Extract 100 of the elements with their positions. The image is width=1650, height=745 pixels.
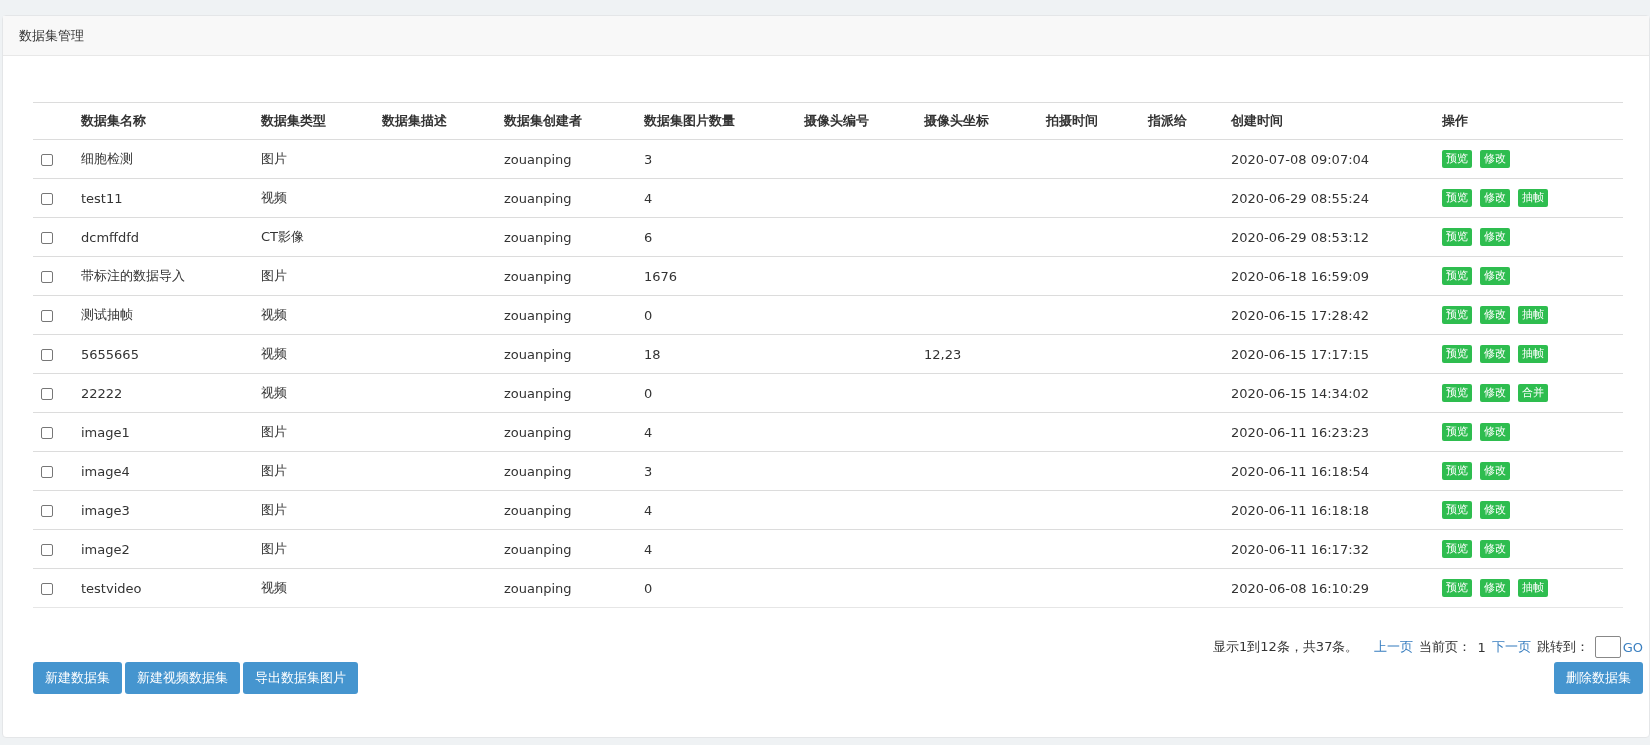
row-checkbox[interactable] <box>41 583 53 595</box>
column-header: 数据集名称 <box>73 102 253 140</box>
action-button[interactable]: 预览 <box>1442 267 1472 285</box>
action-button[interactable]: 修改 <box>1480 267 1510 285</box>
row-checkbox[interactable] <box>41 388 53 400</box>
table-cell: 图片 <box>261 151 287 166</box>
row-checkbox[interactable] <box>41 505 53 517</box>
row-checkbox[interactable] <box>41 193 53 205</box>
row-checkbox[interactable] <box>41 271 53 283</box>
jump-label: 跳转到： <box>1536 638 1589 656</box>
toolbar-button[interactable]: 导出数据集图片 <box>243 662 358 694</box>
table-cell: 2020-06-11 16:23:23 <box>1231 424 1370 440</box>
row-checkbox[interactable] <box>41 349 53 361</box>
action-button[interactable]: 预览 <box>1442 150 1472 168</box>
table-cell: image3 <box>81 502 130 518</box>
page-input[interactable] <box>1594 636 1621 658</box>
toolbar-button[interactable]: 新建视频数据集 <box>125 662 240 694</box>
column-header: 拍摄时间 <box>1038 102 1140 140</box>
table-cell: 4 <box>644 541 653 557</box>
table-cell: 3 <box>644 463 653 479</box>
action-button[interactable]: 修改 <box>1480 150 1510 168</box>
action-button[interactable]: 预览 <box>1442 189 1472 207</box>
action-button[interactable]: 抽帧 <box>1518 579 1548 597</box>
delete-dataset-button[interactable]: 删除数据集 <box>1554 662 1643 694</box>
row-checkbox[interactable] <box>41 310 53 322</box>
row-checkbox[interactable] <box>41 232 53 244</box>
table-cell: 2020-06-29 08:55:24 <box>1231 190 1370 206</box>
table-cell: 带标注的数据导入 <box>81 268 185 283</box>
action-button[interactable]: 抽帧 <box>1518 345 1548 363</box>
table-cell: 2020-06-11 16:17:32 <box>1231 541 1370 557</box>
action-button[interactable]: 修改 <box>1480 462 1510 480</box>
column-header: 摄像头坐标 <box>916 102 1038 140</box>
table-cell: zouanping <box>504 580 572 596</box>
next-page-link[interactable]: 下一页 <box>1491 638 1531 656</box>
table-cell: zouanping <box>504 190 572 206</box>
table-cell: test11 <box>81 190 123 206</box>
action-button[interactable]: 修改 <box>1480 306 1510 324</box>
table-cell: 2020-06-11 16:18:18 <box>1231 502 1370 518</box>
table-cell: 2020-06-15 14:34:02 <box>1231 385 1370 401</box>
table-cell: 细胞检测 <box>81 151 133 166</box>
go-link[interactable]: GO <box>1622 639 1643 655</box>
action-button[interactable]: 修改 <box>1480 540 1510 558</box>
table-cell: 图片 <box>261 424 287 439</box>
table-cell: testvideo <box>81 580 142 596</box>
column-header: 摄像头编号 <box>796 102 916 140</box>
table-cell: 0 <box>644 307 653 323</box>
action-button[interactable]: 预览 <box>1442 501 1472 519</box>
table-cell: zouanping <box>504 346 572 362</box>
table-cell: 0 <box>644 580 653 596</box>
action-button[interactable]: 预览 <box>1442 540 1472 558</box>
table-cell: image2 <box>81 541 130 557</box>
table-cell: 18 <box>644 346 661 362</box>
table-cell: 4 <box>644 424 653 440</box>
current-page-number: 1 <box>1477 639 1486 655</box>
row-checkbox[interactable] <box>41 427 53 439</box>
action-button[interactable]: 修改 <box>1480 189 1510 207</box>
action-button[interactable]: 修改 <box>1480 579 1510 597</box>
table-cell: 3 <box>644 151 653 167</box>
row-checkbox[interactable] <box>41 466 53 478</box>
table-cell: 视频 <box>261 385 287 400</box>
action-button[interactable]: 预览 <box>1442 423 1472 441</box>
action-button[interactable]: 预览 <box>1442 306 1472 324</box>
table-cell: 4 <box>644 190 653 206</box>
panel-title: 数据集管理 <box>19 26 84 45</box>
row-checkbox[interactable] <box>41 154 53 166</box>
row-checkbox[interactable] <box>41 544 53 556</box>
table-cell: 22222 <box>81 385 123 401</box>
table-cell: 2020-06-08 16:10:29 <box>1231 580 1370 596</box>
column-header: 数据集描述 <box>374 102 496 140</box>
action-button[interactable]: 预览 <box>1442 345 1472 363</box>
table-cell: 图片 <box>261 463 287 478</box>
action-button[interactable]: 预览 <box>1442 579 1472 597</box>
prev-page-link[interactable]: 上一页 <box>1374 638 1414 656</box>
table-cell: dcmffdfd <box>81 229 140 245</box>
table-cell: 4 <box>644 502 653 518</box>
table-cell: zouanping <box>504 151 572 167</box>
table-cell: 2020-06-15 17:17:15 <box>1231 346 1370 362</box>
action-button[interactable]: 修改 <box>1480 384 1510 402</box>
action-button[interactable]: 预览 <box>1442 228 1472 246</box>
action-button[interactable]: 预览 <box>1442 462 1472 480</box>
table-cell: zouanping <box>504 268 572 284</box>
action-button[interactable]: 合并 <box>1518 384 1548 402</box>
column-header: 操作 <box>1434 102 1623 140</box>
table-cell: zouanping <box>504 424 572 440</box>
table-cell: 2020-06-18 16:59:09 <box>1231 268 1370 284</box>
action-button[interactable]: 修改 <box>1480 228 1510 246</box>
table-cell: 2020-06-29 08:53:12 <box>1231 229 1370 245</box>
action-button[interactable]: 修改 <box>1480 345 1510 363</box>
action-button[interactable]: 修改 <box>1480 423 1510 441</box>
action-button[interactable]: 抽帧 <box>1518 189 1548 207</box>
action-button[interactable]: 预览 <box>1442 384 1472 402</box>
table-cell: 5655665 <box>81 346 139 362</box>
current-page-label: 当前页： <box>1419 638 1472 656</box>
table-cell: CT影像 <box>261 229 305 244</box>
table-cell: zouanping <box>504 385 572 401</box>
table-cell: zouanping <box>504 541 572 557</box>
toolbar-button[interactable]: 新建数据集 <box>33 662 122 694</box>
table-cell: 图片 <box>261 541 287 556</box>
action-button[interactable]: 抽帧 <box>1518 306 1548 324</box>
action-button[interactable]: 修改 <box>1480 501 1510 519</box>
